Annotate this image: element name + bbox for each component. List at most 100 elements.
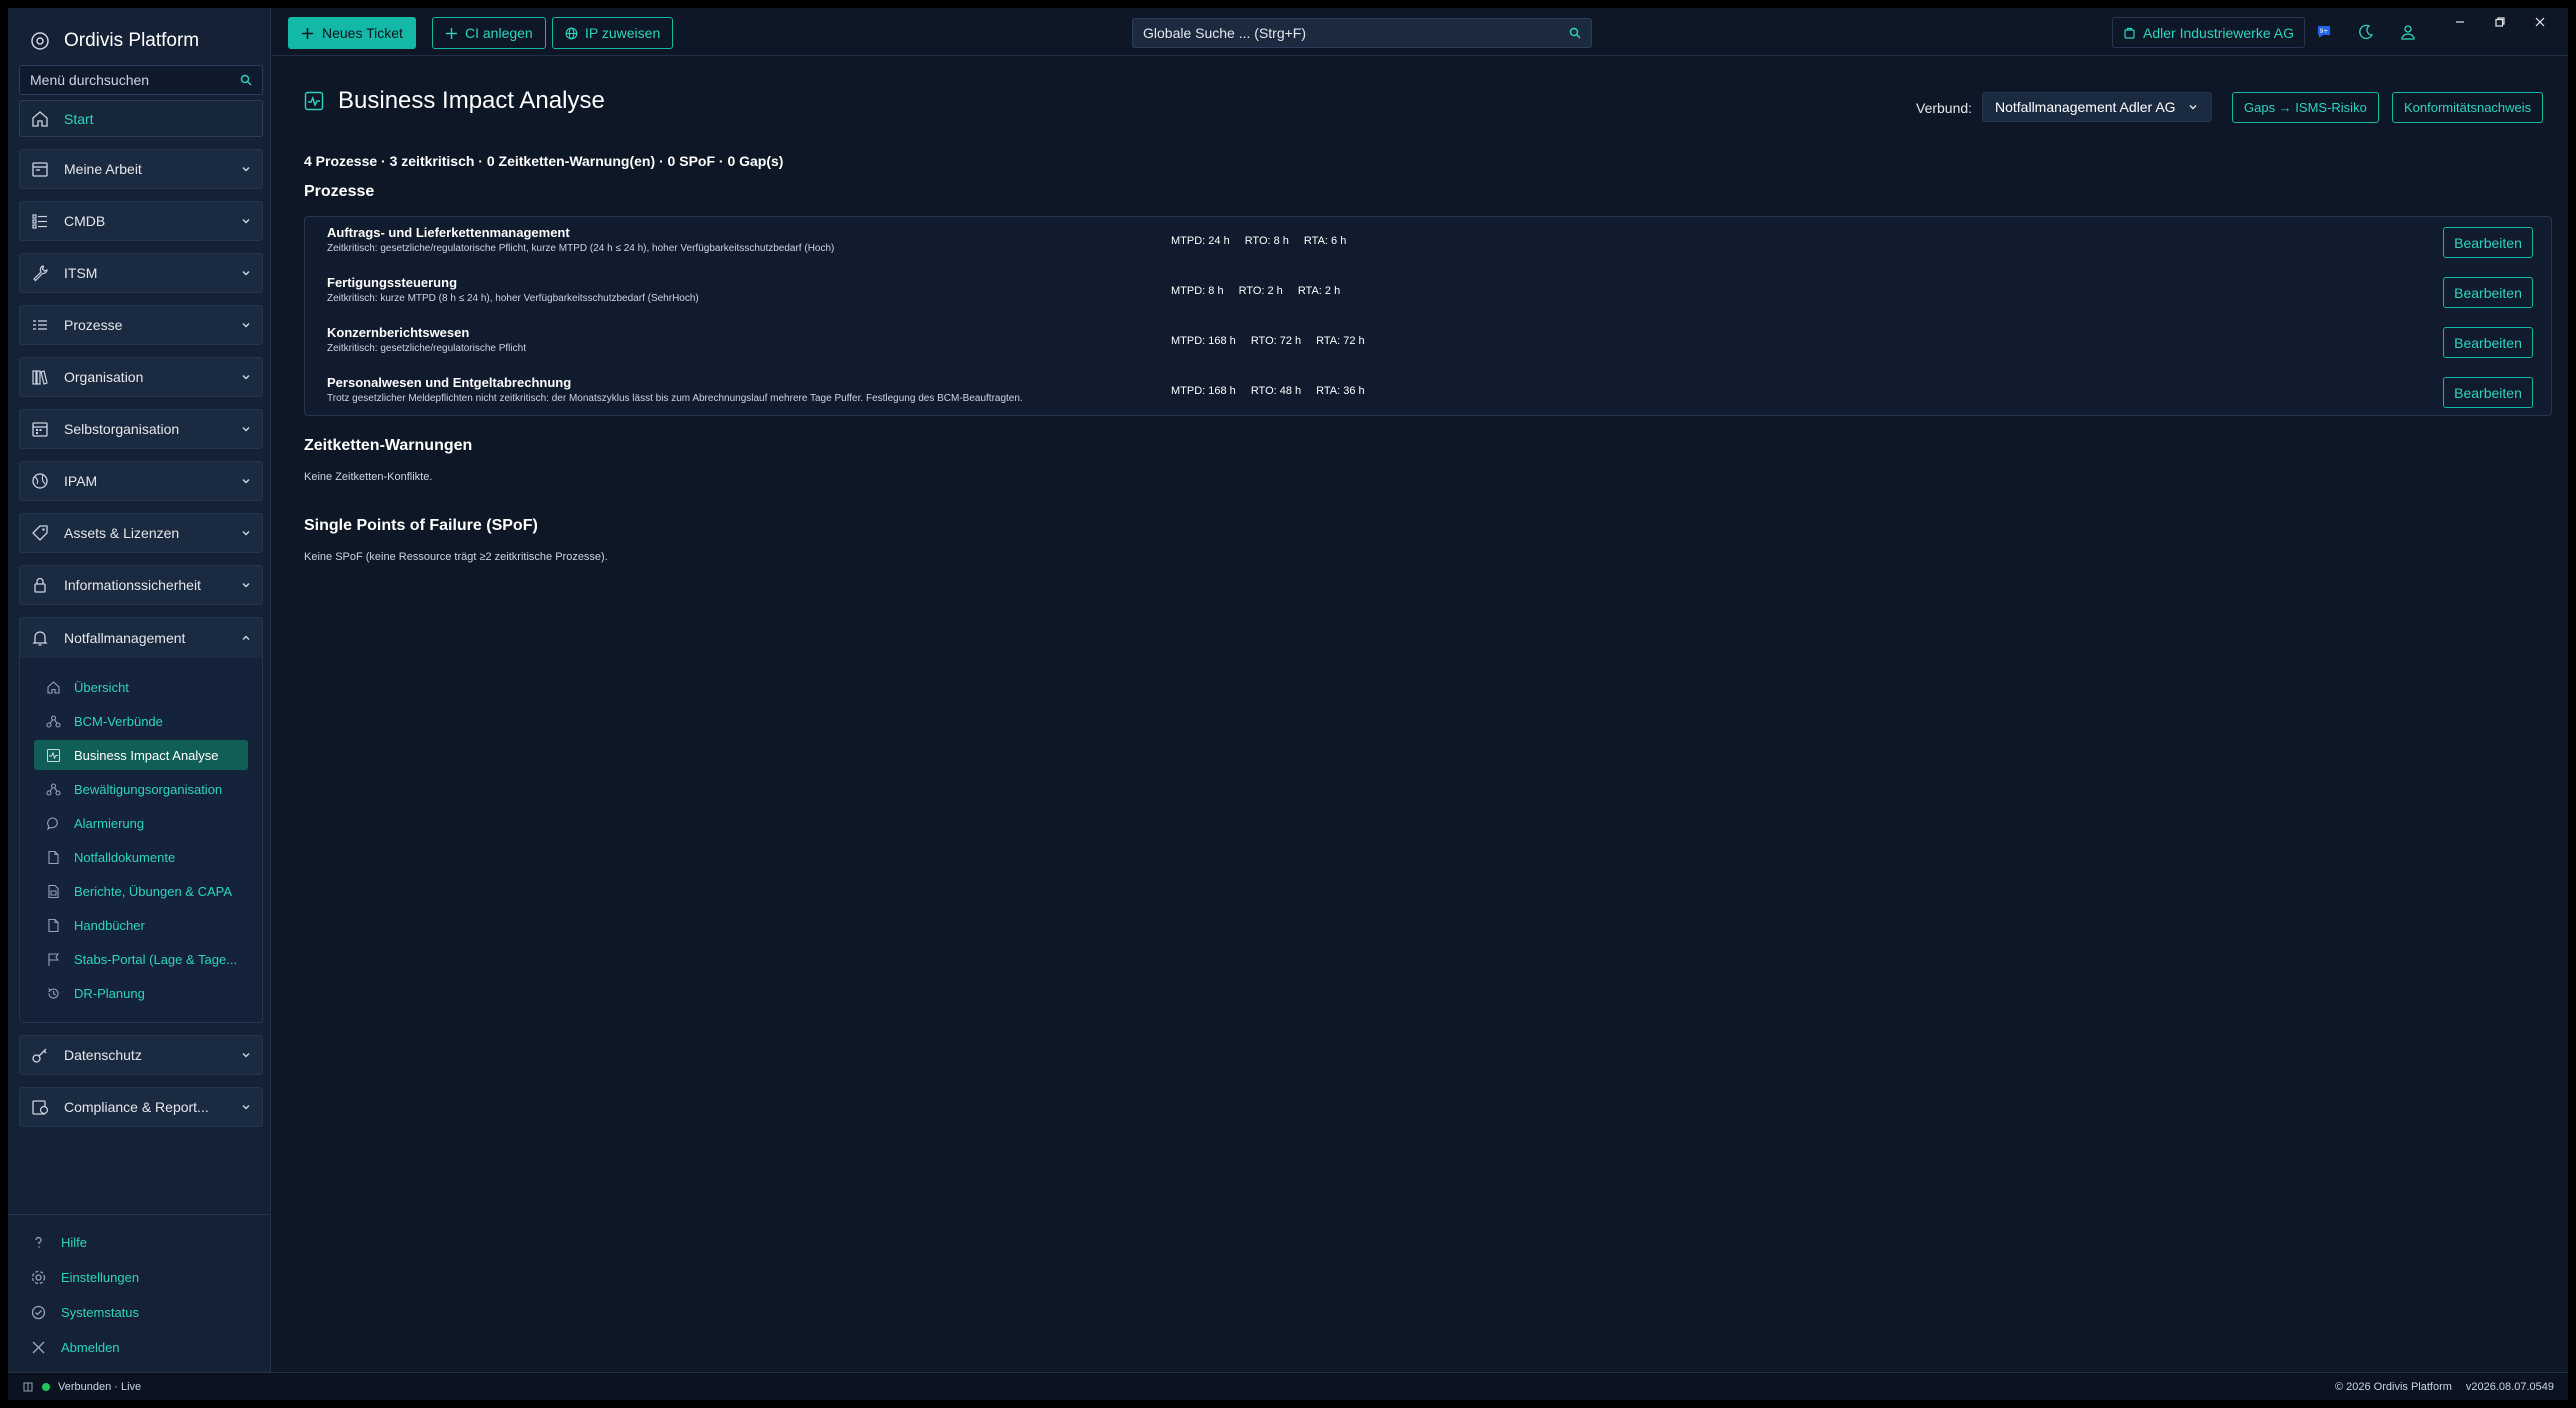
close-icon [2535, 17, 2545, 27]
ip-assign-label: IP zuweisen [585, 25, 661, 41]
sidebar-item-label: Compliance & Report... [64, 1099, 209, 1115]
process-name: Fertigungssteuerung [327, 275, 458, 290]
edit-process-button[interactable]: Bearbeiten [2443, 327, 2533, 358]
chevron-down-icon [242, 271, 250, 276]
sidebar-item-label: Notfallmanagement [64, 630, 186, 646]
edit-process-button[interactable]: Bearbeiten [2443, 227, 2533, 258]
app-title: Ordivis Platform [64, 30, 200, 51]
subnav-uebersicht[interactable]: Übersicht [34, 672, 248, 702]
moon-icon [2359, 24, 2374, 39]
user-menu-button[interactable] [2398, 22, 2418, 42]
subnav-bcm-verbuende[interactable]: BCM-Verbünde [34, 706, 248, 736]
process-rto: RTO: 2 h [1238, 285, 1283, 297]
sidebar-item-label: Meine Arbeit [64, 161, 142, 177]
sidebar-item-label: ITSM [64, 265, 98, 281]
network-icon [46, 782, 61, 796]
process-list-icon [33, 320, 47, 330]
konformitaetsnachweis-label: Konformitätsnachweis [2404, 100, 2532, 115]
topbar: Neues Ticket CI anlegen IP zuweisen Glob… [272, 8, 2568, 56]
sidebar-item-cmdb[interactable]: CMDB [19, 201, 263, 241]
sidebar-item-label: Datenschutz [64, 1047, 142, 1063]
subnav-label: Alarmierung [74, 815, 145, 831]
zeitketten-note: Keine Zeitketten-Konflikte. [304, 471, 433, 483]
sidebar-item-prozesse[interactable]: Prozesse [19, 305, 263, 345]
calendar-icon [32, 162, 48, 177]
minimize-icon [2456, 21, 2464, 23]
edit-process-button[interactable]: Bearbeiten [2443, 377, 2533, 408]
tenant-switcher[interactable]: Adler Industriewerke AG [2112, 17, 2305, 48]
status-meta: © 2026 Ordivis Platform v2026.08.07.0549 [2335, 1381, 2554, 1393]
settings-link[interactable]: Einstellungen [8, 1260, 271, 1295]
network-icon [46, 714, 61, 728]
verbund-select[interactable]: Notfallmanagement Adler AG [1982, 92, 2212, 122]
window-close-button[interactable] [2526, 12, 2554, 32]
logout-link[interactable]: Abmelden [8, 1330, 271, 1365]
ci-create-label: CI anlegen [465, 25, 533, 41]
subnav-business-impact-analyse[interactable]: Business Impact Analyse [34, 740, 248, 770]
systemstatus-link[interactable]: Systemstatus [8, 1295, 271, 1330]
theme-toggle-button[interactable] [2356, 22, 2376, 42]
logo-icon [31, 32, 49, 50]
process-description: Trotz gesetzlicher Meldepflichten nicht … [327, 393, 1023, 404]
sidebar-item-notfallmanagement[interactable]: Notfallmanagement [20, 618, 262, 658]
status-bar: Verbunden · Live © 2026 Ordivis Platform… [8, 1372, 2568, 1400]
settings-label: Einstellungen [61, 1270, 140, 1285]
new-ticket-label: Neues Ticket [322, 25, 403, 41]
process-name: Personalwesen und Entgeltabrechnung [327, 375, 572, 390]
chat-icon [47, 816, 58, 830]
sidebar-item-informationssicherheit[interactable]: Informationssicherheit [19, 565, 263, 605]
ci-create-button[interactable]: CI anlegen [432, 17, 546, 49]
process-mtpd: MTPD: 24 h [1171, 235, 1230, 247]
menu-search-input[interactable]: Menü durchsuchen [19, 65, 263, 95]
chevron-down-icon [242, 583, 250, 588]
chevron-down-icon [242, 375, 250, 380]
sidebar-item-selbstorganisation[interactable]: Selbstorganisation [19, 409, 263, 449]
subnav-alarmierung[interactable]: Alarmierung [34, 808, 248, 838]
process-row: Fertigungssteuerung Zeitkritisch: kurze … [305, 267, 2551, 317]
brand[interactable]: Ordivis Platform [30, 24, 199, 58]
process-list: Auftrags- und Lieferkettenmanagement Zei… [304, 216, 2552, 416]
globe-icon [32, 473, 48, 489]
global-search-input[interactable]: Globale Suche ... (Strg+F) [1132, 18, 1592, 48]
help-link[interactable]: Hilfe [8, 1225, 271, 1260]
process-metrics: MTPD: 8 h RTO: 2 h RTA: 2 h [1171, 285, 1340, 297]
subnav-handbuecher[interactable]: Handbücher [34, 910, 248, 940]
subnav-stabs-portal[interactable]: Stabs-Portal (Lage & Tage... [34, 944, 248, 974]
new-ticket-button[interactable]: Neues Ticket [288, 17, 416, 49]
chevron-down-icon [2189, 105, 2197, 110]
sidebar-item-itsm[interactable]: ITSM [19, 253, 263, 293]
process-rto: RTO: 72 h [1250, 335, 1302, 347]
connection-indicator [42, 1382, 50, 1391]
subnav-dr-planung[interactable]: DR-Planung [34, 978, 248, 1008]
notifications-button[interactable]: 9+ [2314, 22, 2334, 42]
ip-assign-button[interactable]: IP zuweisen [552, 17, 674, 49]
home-icon [47, 680, 60, 694]
subnav-label: DR-Planung [74, 985, 145, 1001]
lock-icon [34, 577, 46, 593]
sidebar-item-start[interactable]: Start [19, 100, 263, 137]
window-restore-button[interactable] [2486, 12, 2514, 32]
sidebar-item-meine-arbeit[interactable]: Meine Arbeit [19, 149, 263, 189]
main-content: Business Impact Analyse Verbund: Notfall… [272, 57, 2568, 1372]
sidebar-item-organisation[interactable]: Organisation [19, 357, 263, 397]
spof-note: Keine SPoF (keine Ressource trägt ≥2 zei… [304, 551, 608, 563]
konformitaetsnachweis-button[interactable]: Konformitätsnachweis [2392, 92, 2544, 123]
process-row: Personalwesen und Entgeltabrechnung Trot… [305, 367, 2551, 417]
subnav-notfalldokumente[interactable]: Notfalldokumente [34, 842, 248, 872]
sidebar-item-label: Prozesse [64, 317, 123, 333]
subnav-bewaeltigungsorganisation[interactable]: Bewältigungsorganisation [34, 774, 248, 804]
chevron-down-icon [242, 1053, 250, 1058]
sidebar-item-compliance-report[interactable]: Compliance & Report... [19, 1087, 263, 1127]
gaps-isms-risk-button[interactable]: Gaps → ISMS-Risiko [2232, 92, 2379, 123]
subnav-berichte-uebungen-capa[interactable]: Berichte, Übungen & CAPA [34, 876, 248, 906]
sidebar-item-assets-lizenzen[interactable]: Assets & Lizenzen [19, 513, 263, 553]
sidebar-nav: Start Meine Arbeit CMDB ITSM Prozesse Or… [19, 100, 263, 1139]
page-title: Business Impact Analyse [338, 87, 605, 114]
sidebar-item-datenschutz[interactable]: Datenschutz [19, 1035, 263, 1075]
compliance-icon [32, 1100, 49, 1115]
window-minimize-button[interactable] [2446, 12, 2474, 32]
sidebar-item-ipam[interactable]: IPAM [19, 461, 263, 501]
help-label: Hilfe [61, 1235, 88, 1250]
notfallmanagement-submenu: Übersicht BCM-Verbünde Business Impact A… [20, 658, 262, 1022]
edit-process-button[interactable]: Bearbeiten [2443, 277, 2533, 308]
